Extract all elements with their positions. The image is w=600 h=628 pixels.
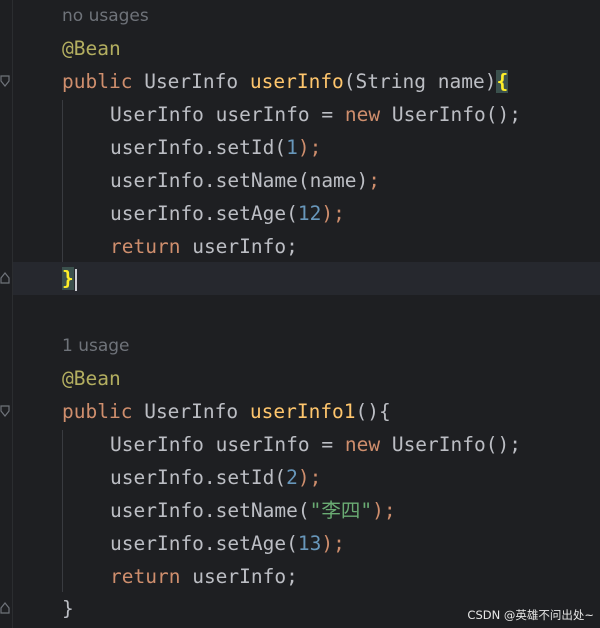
punct-token: ); <box>372 499 396 522</box>
matched-brace-token: { <box>496 70 509 93</box>
code-line-annotation: @Bean <box>62 32 121 65</box>
type-token: UserInfo <box>110 103 204 126</box>
modifier-token: public <box>62 70 133 93</box>
punct-token: ); <box>297 136 322 159</box>
fold-marker-icon[interactable] <box>0 602 10 614</box>
ctor-token: UserInfo(); <box>391 433 521 456</box>
code-line: userInfo.setName(name); <box>110 164 380 197</box>
keyword-token: return <box>110 565 181 588</box>
punct-token: ); <box>321 202 345 225</box>
keyword-token: new <box>344 433 381 456</box>
annotation-token: @Bean <box>62 37 121 60</box>
number-token: 2 <box>286 466 298 489</box>
code-editor[interactable]: no usages @Bean public UserInfo userInfo… <box>0 0 600 628</box>
method-name-token: userInfo1 <box>249 400 356 423</box>
code-line: return userInfo; <box>110 230 298 263</box>
indent-guide <box>62 430 63 592</box>
usage-hint[interactable]: 1 usage <box>62 330 130 363</box>
code-line: userInfo.setAge(12); <box>110 197 345 230</box>
operator-token: = <box>321 103 334 126</box>
code-line-signature: public UserInfo userInfo(String name){ <box>62 65 509 98</box>
code-line: userInfo.setId(2); <box>110 461 321 494</box>
var-token: userInfo <box>215 433 310 456</box>
return-type-token: UserInfo <box>144 400 239 423</box>
type-token: UserInfo <box>110 433 204 456</box>
param-name-token: name <box>437 70 485 93</box>
punct-token: ); <box>321 532 345 555</box>
annotation-token: @Bean <box>62 367 121 390</box>
usage-hint[interactable]: no usages <box>62 0 149 33</box>
brace-token: } <box>62 597 74 620</box>
text-caret <box>74 268 77 291</box>
code-line: userInfo.setAge(13); <box>110 527 345 560</box>
number-token: 12 <box>297 202 322 225</box>
punct-token: ); <box>297 466 322 489</box>
call-token: userInfo.setId( <box>110 466 287 489</box>
paren-token: (){ <box>355 400 391 423</box>
ctor-token: UserInfo(); <box>391 103 521 126</box>
var-token: userInfo; <box>192 235 298 258</box>
string-token: "李四" <box>309 499 373 522</box>
number-token: 13 <box>297 532 322 555</box>
watermark: CSDN @英雄不问出处~ <box>467 608 594 622</box>
code-line-close: } <box>62 592 74 625</box>
method-name-token: userInfo <box>249 70 344 93</box>
operator-token: = <box>321 433 334 456</box>
paren-token: ) <box>484 70 497 93</box>
number-token: 1 <box>286 136 298 159</box>
return-type-token: UserInfo <box>144 70 239 93</box>
param-type-token: String <box>355 70 426 93</box>
current-line-highlight <box>13 262 600 295</box>
call-token: userInfo.setAge( <box>110 202 298 225</box>
code-line-annotation: @Bean <box>62 362 121 395</box>
code-line: UserInfo userInfo = new UserInfo(); <box>110 98 521 131</box>
call-token: userInfo.setId( <box>110 136 287 159</box>
code-line-signature: public UserInfo userInfo1(){ <box>62 395 391 428</box>
paren-token: ( <box>343 70 356 93</box>
code-line: return userInfo; <box>110 560 298 593</box>
fold-marker-icon[interactable] <box>0 405 10 417</box>
code-line-close: } <box>62 262 77 295</box>
modifier-token: public <box>62 400 133 423</box>
code-line: userInfo.setId(1); <box>110 131 321 164</box>
call-token: userInfo.setAge( <box>110 532 298 555</box>
code-line: UserInfo userInfo = new UserInfo(); <box>110 428 521 461</box>
indent-guide <box>62 100 63 262</box>
call-token: userInfo.setName( <box>110 499 310 522</box>
call-token: userInfo.setName(name) <box>110 169 369 192</box>
punct-token: ; <box>368 169 381 192</box>
fold-marker-icon[interactable] <box>0 272 10 284</box>
var-token: userInfo <box>215 103 310 126</box>
fold-marker-icon[interactable] <box>0 75 10 87</box>
editor-gutter <box>0 0 13 628</box>
keyword-token: new <box>344 103 381 126</box>
code-line: userInfo.setName("李四"); <box>110 494 396 527</box>
var-token: userInfo; <box>192 565 298 588</box>
keyword-token: return <box>110 235 181 258</box>
matched-brace-token: } <box>62 267 74 290</box>
